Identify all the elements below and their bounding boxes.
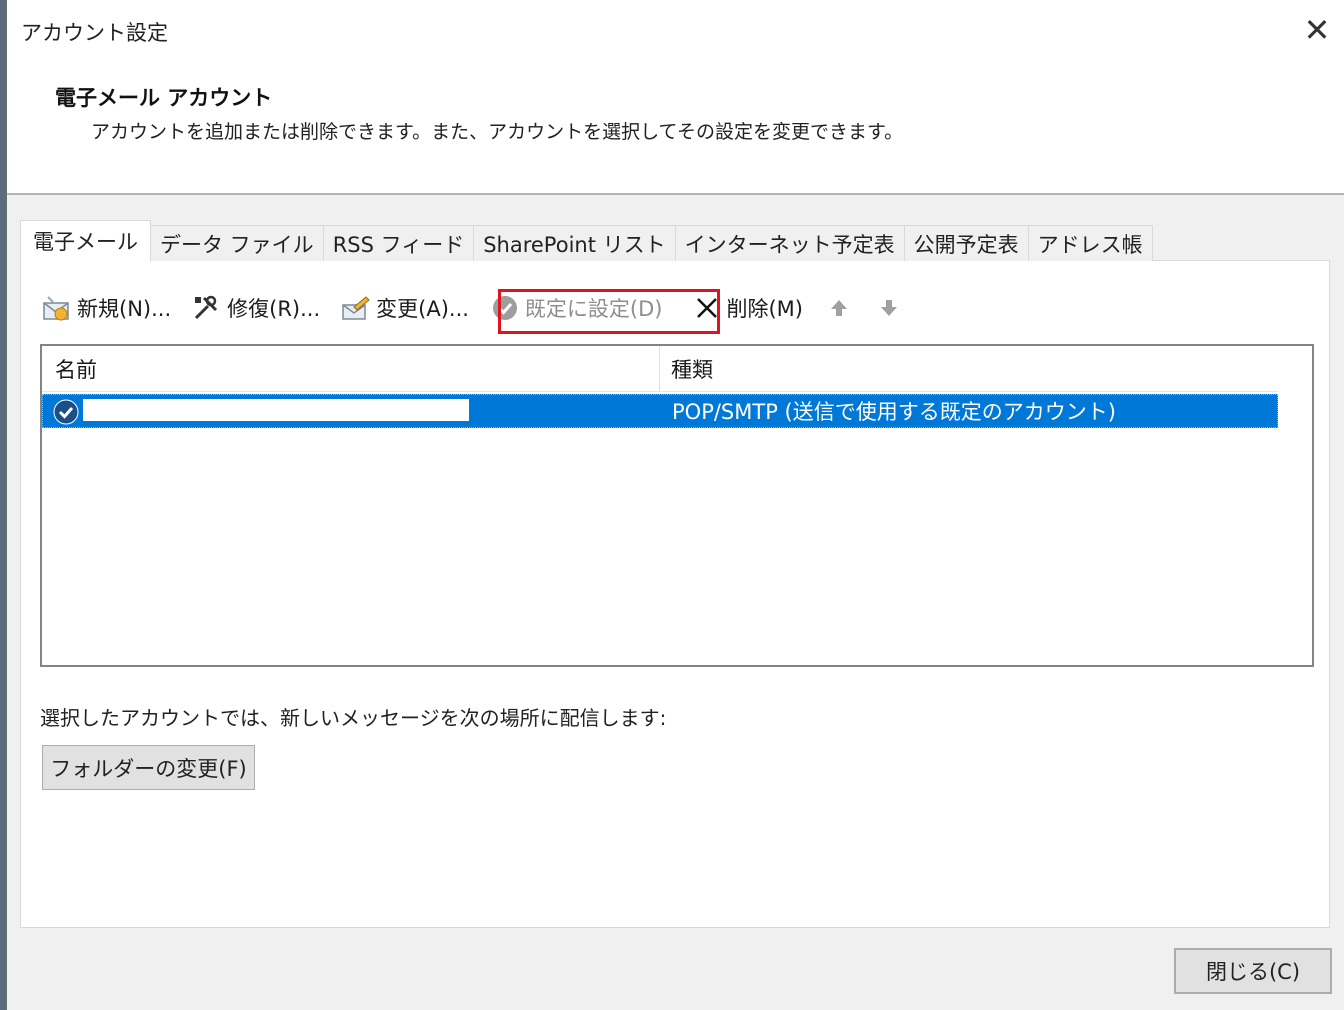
tab-email[interactable]: 電子メール: [20, 220, 151, 261]
delete-account-label: 削除(M): [726, 297, 803, 321]
account-list[interactable]: 名前 種類 POP/SMTP (送信で使用する既定のアカウント): [40, 344, 1314, 667]
set-default-highlight-box: [498, 289, 720, 334]
tab-published-calendars[interactable]: 公開予定表: [903, 225, 1029, 261]
dialog-header-area: アカウント設定 ✕ 電子メール アカウント アカウントを追加または削除できます。…: [7, 0, 1344, 195]
section-description: アカウントを追加または削除できます。また、アカウントを選択してその設定を変更でき…: [91, 121, 904, 143]
arrow-up-icon: [831, 300, 847, 316]
arrow-down-icon: [881, 300, 897, 316]
tab-address-books[interactable]: アドレス帳: [1027, 225, 1153, 261]
new-account-label: 新規(N)...: [77, 297, 172, 321]
repair-account-button[interactable]: 修復(R)...: [191, 288, 320, 328]
move-down-button[interactable]: [879, 288, 905, 328]
window-title: アカウント設定: [21, 21, 168, 45]
account-type-cell: POP/SMTP (送信で使用する既定のアカウント): [672, 400, 1116, 424]
account-name-redacted: [83, 399, 469, 421]
tab-rss-feeds[interactable]: RSS フィード: [322, 225, 475, 261]
column-header-name[interactable]: 名前: [42, 346, 660, 392]
tab-bar: 電子メール データ ファイル RSS フィード SharePoint リスト イ…: [20, 220, 1153, 261]
change-folder-button[interactable]: フォルダーの変更(F): [42, 745, 255, 790]
delivery-location-text: 選択したアカウントでは、新しいメッセージを次の場所に配信します:: [40, 706, 667, 730]
tab-sharepoint-lists[interactable]: SharePoint リスト: [473, 225, 676, 261]
close-button[interactable]: 閉じる(C): [1174, 948, 1332, 994]
tab-data-files[interactable]: データ ファイル: [150, 225, 324, 261]
close-window-icon[interactable]: ✕: [1297, 11, 1337, 49]
section-title: 電子メール アカウント: [55, 86, 273, 110]
edit-mail-icon: [342, 296, 370, 320]
account-settings-dialog: アカウント設定 ✕ 電子メール アカウント アカウントを追加または削除できます。…: [6, 0, 1344, 1010]
account-toolbar: 新規(N)... 修復(R)... 変更(A)... 既定に設定(D) 削除(M…: [41, 288, 905, 328]
move-up-button[interactable]: [829, 288, 855, 328]
change-account-label: 変更(A)...: [376, 297, 469, 321]
new-account-button[interactable]: 新規(N)...: [41, 288, 171, 328]
change-account-button[interactable]: 変更(A)...: [340, 288, 469, 328]
default-account-check-icon: [53, 399, 79, 425]
tools-icon: [195, 295, 218, 320]
column-header-type[interactable]: 種類: [660, 346, 1278, 392]
tab-internet-calendars[interactable]: インターネット予定表: [674, 225, 905, 261]
table-row[interactable]: POP/SMTP (送信で使用する既定のアカウント): [42, 394, 1278, 428]
account-list-header: 名前 種類: [42, 346, 1278, 392]
repair-account-label: 修復(R)...: [227, 297, 321, 321]
new-mail-icon: [43, 296, 69, 321]
